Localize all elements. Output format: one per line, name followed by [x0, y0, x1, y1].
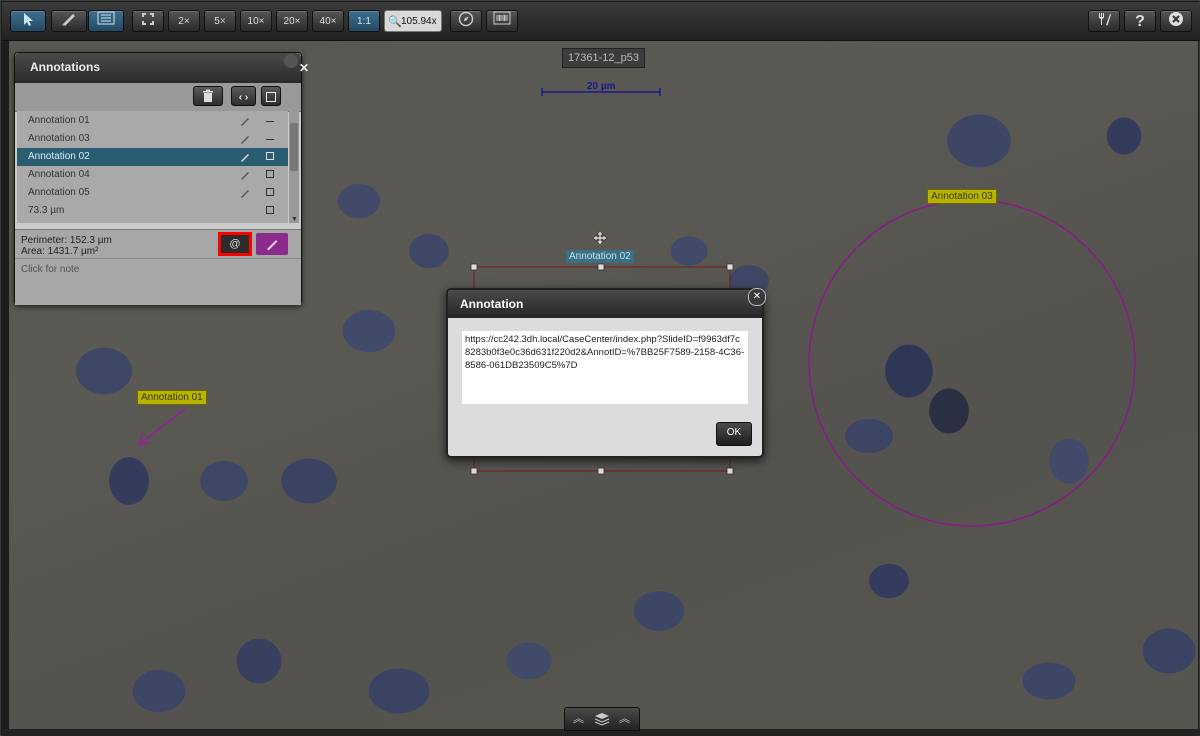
edit-pencil-icon[interactable]: [239, 151, 251, 163]
viewer-window: 2× 5× 10× 20× 40× 1:1 🔍 105.94x ? 17361-…: [0, 0, 1200, 736]
at-sign-icon: @: [229, 238, 241, 250]
help-button[interactable]: ?: [1124, 10, 1156, 32]
annotation-link-textbox[interactable]: https://cc242.3dh.local/CaseCenter/index…: [462, 331, 748, 404]
slide-tray-handle[interactable]: ︽ ︽: [564, 707, 640, 731]
annotation-row-02[interactable]: Annotation 02: [17, 148, 288, 166]
delete-annotation-button[interactable]: [193, 86, 223, 106]
zoom-level-value: 105.94x: [401, 16, 437, 27]
annotation-row-label: Annotation 04: [28, 169, 90, 180]
copy-link-button[interactable]: @: [218, 232, 252, 256]
annotation-row-01[interactable]: Annotation 01: [17, 112, 288, 130]
pen-color-icon: [267, 240, 278, 251]
annotation-01-label[interactable]: Annotation 01: [137, 390, 207, 405]
zoom-5x-button[interactable]: 5×: [204, 10, 236, 32]
edit-pencil-icon[interactable]: [239, 169, 251, 181]
annotation-row-04[interactable]: Annotation 04: [17, 166, 288, 184]
annotation-row-label: 73.3 µm: [28, 205, 65, 216]
perimeter-value: Perimeter: 152.3 µm: [21, 235, 112, 246]
chevron-up-double-icon: ︽: [573, 713, 584, 725]
close-icon: ✕: [752, 291, 762, 302]
annotation-list: Annotation 01 Annotation 03 Annotation 0…: [17, 111, 288, 223]
main-toolbar: 2× 5× 10× 20× 40× 1:1 🔍 105.94x ?: [2, 2, 1200, 41]
edit-pencil-icon[interactable]: [239, 115, 251, 127]
visibility-toggle-icon[interactable]: [266, 152, 274, 160]
panel-header[interactable]: Annotations ✕: [15, 53, 309, 83]
square-icon: [266, 92, 276, 102]
chevron-left-right-icon: ‹ ›: [238, 92, 249, 103]
measurements: Perimeter: 152.3 µm Area: 1431.7 µm²: [21, 235, 112, 257]
details-divider: [15, 258, 301, 259]
annotation-row-label: Annotation 01: [28, 115, 90, 126]
dialog-close-button[interactable]: ✕: [748, 288, 766, 306]
annotation-list-button[interactable]: [88, 10, 124, 32]
annotation-row-label: Annotation 05: [28, 187, 90, 198]
zoom-10x-button[interactable]: 10×: [240, 10, 272, 32]
fit-to-screen-button[interactable]: [132, 10, 164, 32]
dialog-title: Annotation: [460, 297, 524, 311]
prev-next-annotation-button[interactable]: ‹ ›: [231, 86, 256, 106]
tools-icon: [1099, 13, 1111, 26]
visibility-toggle-icon[interactable]: [266, 121, 274, 123]
panel-title: Annotations: [30, 60, 100, 74]
zoom-2x-button[interactable]: 2×: [168, 10, 200, 32]
annotation-03-circle[interactable]: [808, 199, 1136, 527]
barcode-icon: [493, 11, 511, 25]
annotation-row-05[interactable]: Annotation 05: [17, 184, 288, 202]
toggle-all-visibility-button[interactable]: [261, 86, 281, 106]
annotation-color-button[interactable]: [256, 233, 288, 255]
annotation-link-dialog: Annotation ✕ https://cc242.3dh.local/Cas…: [446, 288, 766, 458]
cursor-arrow-icon: [24, 13, 33, 26]
annotation-02-label[interactable]: Annotation 02: [566, 250, 634, 263]
scrollbar-thumb[interactable]: [290, 123, 298, 171]
select-tool-button[interactable]: [10, 10, 46, 32]
slide-id-label: 17361-12_p53: [562, 48, 645, 68]
close-icon: ✕: [299, 61, 310, 75]
annotation-row-label: Annotation 03: [28, 133, 90, 144]
close-circle-icon: [1169, 12, 1183, 26]
annotation-03-label[interactable]: Annotation 03: [927, 189, 997, 204]
ok-button[interactable]: OK: [716, 422, 752, 446]
zoom-1to1-button[interactable]: 1:1: [348, 10, 380, 32]
trash-icon: [203, 89, 213, 102]
visibility-toggle-icon[interactable]: [266, 170, 274, 178]
note-field[interactable]: Click for note: [21, 264, 79, 275]
slides-stack-icon: [594, 713, 610, 726]
fullscreen-icon: [142, 13, 154, 25]
chevron-up-double-icon: ︽: [619, 713, 630, 725]
edit-pencil-icon[interactable]: [239, 187, 251, 199]
scale-bar-label: 20 µm: [587, 81, 616, 92]
move-handle-icon[interactable]: [592, 230, 608, 246]
panel-close-button[interactable]: ✕: [284, 54, 309, 75]
annotation-row-label: Annotation 02: [28, 151, 90, 162]
visibility-toggle-icon[interactable]: [266, 139, 274, 141]
visibility-toggle-icon[interactable]: [266, 188, 274, 196]
annotation-details: Perimeter: 152.3 µm Area: 1431.7 µm² @ C…: [15, 229, 301, 305]
panel-toolbar: ‹ ›: [15, 83, 301, 112]
scroll-down-arrow-icon[interactable]: ▼: [291, 216, 298, 223]
compass-icon: [458, 11, 474, 27]
magnifier-icon: 🔍: [388, 16, 402, 28]
visibility-toggle-icon[interactable]: [266, 206, 274, 214]
label-view-button[interactable]: [486, 10, 518, 32]
question-mark-icon: ?: [1135, 13, 1145, 30]
list-icon: [97, 11, 115, 25]
zoom-40x-button[interactable]: 40×: [312, 10, 344, 32]
close-viewer-button[interactable]: [1160, 10, 1192, 32]
zoom-level-field[interactable]: 🔍 105.94x: [384, 10, 442, 32]
area-value: Area: 1431.7 µm²: [21, 246, 99, 257]
annotations-panel: Annotations ✕ ‹ › Annotation 01 Annotati…: [14, 52, 309, 305]
dialog-header[interactable]: Annotation: [448, 290, 762, 318]
zoom-20x-button[interactable]: 20×: [276, 10, 308, 32]
annotation-01-arrow: [140, 408, 186, 444]
pencil-icon: [62, 14, 75, 26]
navigator-button[interactable]: [450, 10, 482, 32]
tools-button[interactable]: [1088, 10, 1120, 32]
edit-pencil-icon[interactable]: [239, 133, 251, 145]
annotation-row-measure[interactable]: 73.3 µm: [17, 202, 288, 220]
draw-annotation-button[interactable]: [51, 10, 87, 32]
annotation-row-03[interactable]: Annotation 03: [17, 130, 288, 148]
annotation-list-scrollbar[interactable]: ▼: [289, 111, 299, 223]
